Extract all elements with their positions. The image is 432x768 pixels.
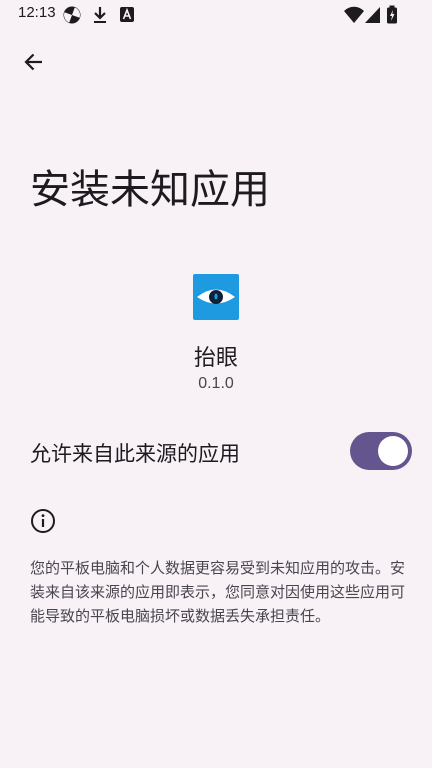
eye-icon bbox=[193, 289, 239, 324]
app-icon bbox=[193, 274, 239, 320]
switch-thumb bbox=[378, 436, 408, 466]
status-time: 12:13 bbox=[18, 4, 56, 21]
battery-icon bbox=[386, 5, 398, 29]
wifi-icon bbox=[343, 5, 365, 29]
allow-source-switch[interactable] bbox=[350, 432, 412, 470]
warning-text: 您的平板电脑和个人数据更容易受到未知应用的攻击。安装来自该来源的应用即表示，您同… bbox=[30, 559, 406, 625]
allow-source-label: 允许来自此来源的应用 bbox=[30, 442, 240, 466]
page-title: 安装未知应用 bbox=[30, 167, 270, 213]
back-button[interactable] bbox=[14, 44, 54, 84]
arrow-back-icon bbox=[22, 50, 46, 78]
a-box-icon bbox=[118, 5, 136, 29]
signal-icon bbox=[364, 5, 382, 29]
download-icon bbox=[92, 5, 108, 29]
info-icon bbox=[30, 508, 56, 534]
status-bar: 12:13 bbox=[0, 0, 432, 30]
app-name: 抬眼 bbox=[193, 346, 238, 371]
app-version: 0.1.0 bbox=[198, 375, 234, 392]
allow-source-setting[interactable]: 允许来自此来源的应用 bbox=[0, 424, 432, 480]
pinwheel-icon bbox=[62, 5, 82, 29]
